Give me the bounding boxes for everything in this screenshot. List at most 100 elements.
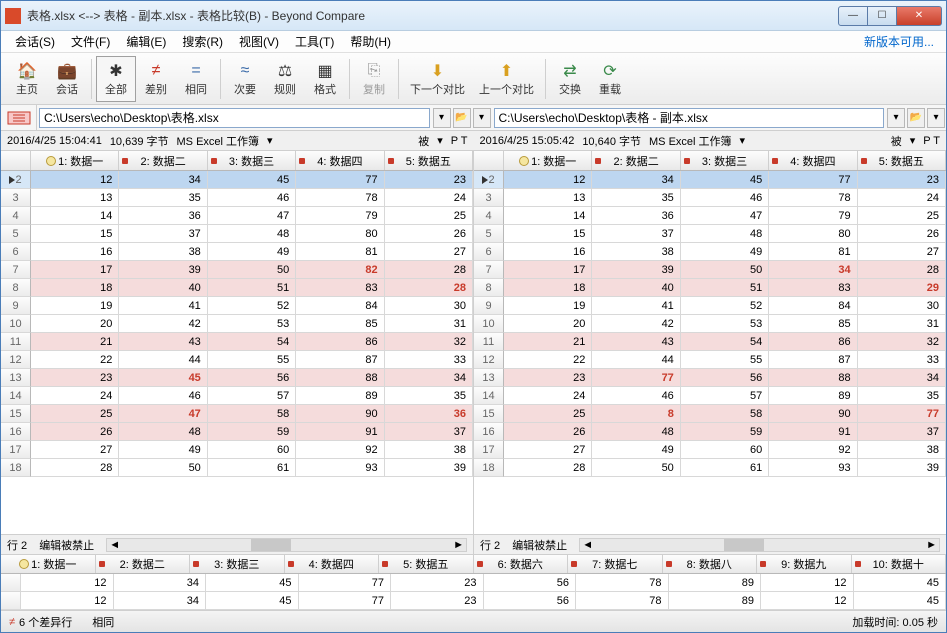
column-header[interactable]: 5: 数据五 [858, 151, 946, 170]
cell[interactable]: 20 [504, 315, 592, 333]
cell[interactable]: 54 [681, 333, 769, 351]
right-menu-button[interactable]: ▾ [927, 108, 945, 128]
cell[interactable]: 81 [296, 243, 384, 261]
cell[interactable]: 61 [208, 459, 296, 477]
cell[interactable]: 22 [31, 351, 119, 369]
menu-search[interactable]: 搜索(R) [174, 31, 231, 52]
cell[interactable]: 46 [592, 387, 680, 405]
table-row[interactable]: 122244558733 [474, 351, 946, 369]
right-path-dropdown[interactable]: ▾ [887, 108, 905, 128]
cell[interactable]: 23 [31, 369, 119, 387]
cell[interactable]: 58 [208, 405, 296, 423]
cell[interactable]: 26 [504, 423, 592, 441]
cell[interactable]: 79 [296, 207, 384, 225]
cell[interactable]: 50 [592, 459, 680, 477]
cell[interactable]: 45 [208, 171, 296, 189]
cell[interactable]: 37 [385, 423, 473, 441]
cell[interactable]: 24 [31, 387, 119, 405]
cell[interactable]: 50 [119, 459, 207, 477]
table-row[interactable]: 31335467824 [474, 189, 946, 207]
cell[interactable]: 23 [385, 171, 473, 189]
cell[interactable]: 34 [769, 261, 857, 279]
cell[interactable]: 49 [208, 243, 296, 261]
column-header[interactable]: 2: 数据二 [592, 151, 680, 170]
cell[interactable]: 37 [858, 423, 946, 441]
cell[interactable]: 46 [208, 189, 296, 207]
maximize-button[interactable]: ☐ [867, 6, 897, 26]
left-path-input[interactable] [39, 108, 430, 128]
cell[interactable]: 18 [504, 279, 592, 297]
cell[interactable]: 21 [31, 333, 119, 351]
table-row[interactable]: 41436477925 [1, 207, 473, 225]
column-header[interactable]: 1: 数据一 [31, 151, 119, 170]
cell[interactable]: 59 [681, 423, 769, 441]
cell[interactable]: 23 [858, 171, 946, 189]
cell[interactable]: 39 [385, 459, 473, 477]
cell[interactable]: 24 [858, 189, 946, 207]
cell[interactable]: 39 [592, 261, 680, 279]
tb-all[interactable]: ✱全部 [96, 56, 136, 102]
cell[interactable]: 43 [592, 333, 680, 351]
cell[interactable]: 24 [385, 189, 473, 207]
cell[interactable]: 17 [31, 261, 119, 279]
cell[interactable]: 14 [504, 207, 592, 225]
cell[interactable]: 8 [592, 405, 680, 423]
tb-rules[interactable]: ⚖规则 [265, 56, 305, 102]
cell[interactable]: 38 [592, 243, 680, 261]
cell[interactable]: 30 [858, 297, 946, 315]
cell[interactable]: 48 [208, 225, 296, 243]
cell[interactable]: 61 [681, 459, 769, 477]
cell[interactable]: 23 [504, 369, 592, 387]
table-row[interactable]: 102042538531 [474, 315, 946, 333]
table-row[interactable]: 162648599137 [474, 423, 946, 441]
cell[interactable]: 53 [208, 315, 296, 333]
cell[interactable]: 31 [385, 315, 473, 333]
tb-next-diff[interactable]: ⬇下一个对比 [403, 56, 472, 102]
cell[interactable]: 29 [858, 279, 946, 297]
table-row[interactable]: 81840518328 [1, 279, 473, 297]
cell[interactable]: 26 [858, 225, 946, 243]
cell[interactable]: 41 [119, 297, 207, 315]
cell[interactable]: 92 [769, 441, 857, 459]
detail-column-header[interactable]: 1: 数据一 [1, 555, 96, 573]
right-type-dd[interactable]: ▾ [740, 134, 746, 147]
cell[interactable]: 80 [296, 225, 384, 243]
table-row[interactable]: 172749609238 [1, 441, 473, 459]
table-row[interactable]: 112143548632 [1, 333, 473, 351]
cell[interactable]: 47 [119, 405, 207, 423]
table-row[interactable]: 162648599137 [1, 423, 473, 441]
detail-column-header[interactable]: 3: 数据三 [190, 555, 285, 573]
tb-diffs[interactable]: ≠差别 [136, 56, 176, 102]
cell[interactable]: 49 [592, 441, 680, 459]
cell[interactable]: 36 [592, 207, 680, 225]
column-header[interactable]: 4: 数据四 [296, 151, 384, 170]
cell[interactable]: 83 [769, 279, 857, 297]
cell[interactable]: 51 [208, 279, 296, 297]
cell[interactable]: 50 [208, 261, 296, 279]
cell[interactable]: 48 [592, 423, 680, 441]
table-row[interactable]: 102042538531 [1, 315, 473, 333]
column-header[interactable]: 4: 数据四 [769, 151, 857, 170]
cell[interactable]: 80 [769, 225, 857, 243]
column-header[interactable]: 1: 数据一 [504, 151, 592, 170]
cell[interactable]: 28 [385, 261, 473, 279]
cell[interactable]: 88 [296, 369, 384, 387]
table-row[interactable]: 132345568834 [1, 369, 473, 387]
cell[interactable]: 57 [681, 387, 769, 405]
cell[interactable]: 15 [504, 225, 592, 243]
cell[interactable]: 25 [504, 405, 592, 423]
right-browse-button[interactable]: 📂 [907, 108, 925, 128]
cell[interactable]: 86 [769, 333, 857, 351]
cell[interactable]: 79 [769, 207, 857, 225]
cell[interactable]: 48 [681, 225, 769, 243]
cell[interactable]: 47 [681, 207, 769, 225]
cell[interactable]: 91 [296, 423, 384, 441]
cell[interactable]: 93 [296, 459, 384, 477]
table-row[interactable]: 91941528430 [1, 297, 473, 315]
detail-column-header[interactable]: 7: 数据七 [568, 555, 663, 573]
cell[interactable]: 60 [208, 441, 296, 459]
cell[interactable]: 35 [119, 189, 207, 207]
table-row[interactable]: 51537488026 [1, 225, 473, 243]
table-row[interactable]: 112143548632 [474, 333, 946, 351]
cell[interactable]: 84 [296, 297, 384, 315]
